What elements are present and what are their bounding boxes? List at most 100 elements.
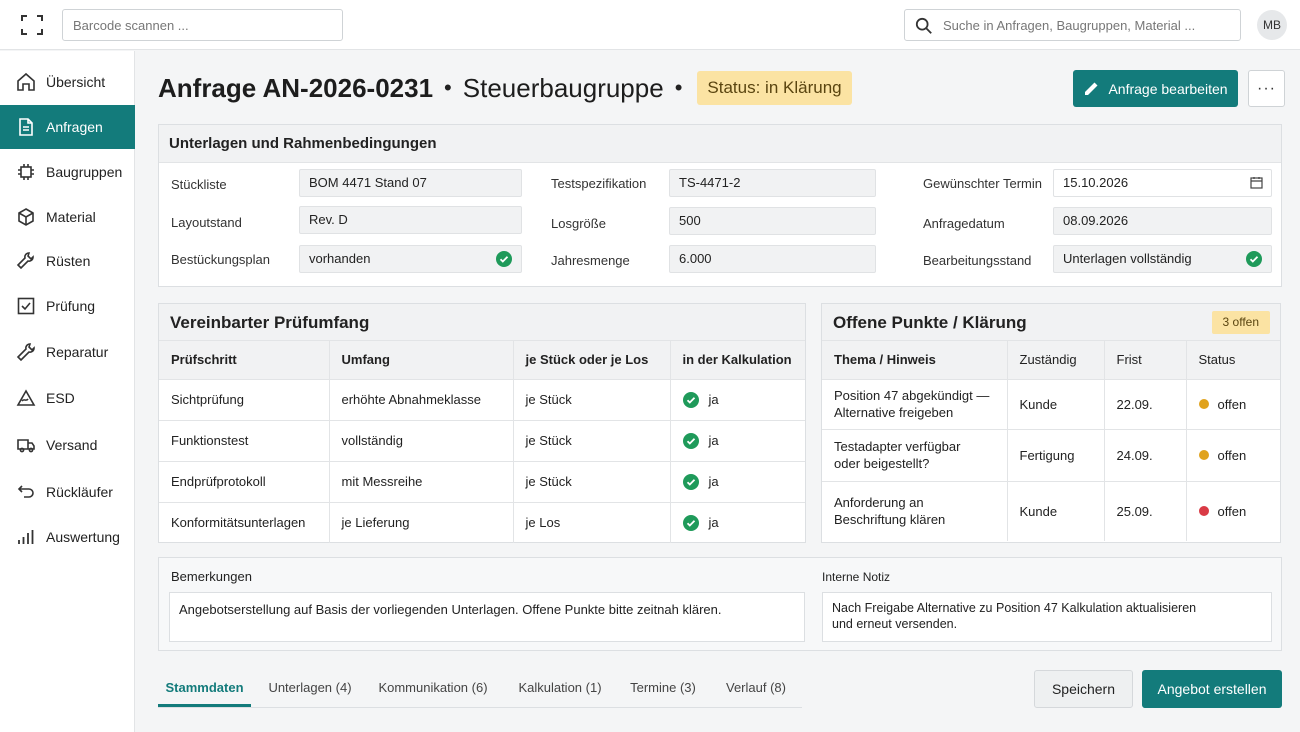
desired-date-input[interactable]: 15.10.2026: [1053, 169, 1272, 197]
status-cell: offen: [1185, 480, 1280, 541]
responsible-cell: Kunde: [1006, 378, 1105, 430]
tab-termine[interactable]: Termine (3): [626, 670, 700, 707]
annual-quantity-field: 6.000: [669, 245, 876, 273]
lot-size-field: 500: [669, 207, 876, 235]
check-circle-icon: [682, 432, 699, 449]
column-header: Frist: [1103, 341, 1187, 380]
sidebar-item-label: Übersicht: [46, 74, 106, 90]
sidebar-item-label: Versand: [46, 437, 98, 453]
test-step-cell: Endprüfprotokoll: [159, 460, 330, 503]
column-header: je Stück oder je Los: [512, 341, 671, 380]
placement-plan-value: vorhanden: [309, 251, 371, 266]
topic-line: oder beigestellt?: [834, 456, 930, 471]
field-label: Layoutstand: [171, 215, 242, 230]
table-row[interactable]: Position 47 abgekündigt — Alternative fre…: [822, 378, 1280, 430]
create-offer-button[interactable]: Angebot erstellen: [1142, 670, 1282, 708]
open-count-badge: 3 offen: [1211, 311, 1270, 334]
table-row[interactable]: Sichtprüfung erhöhte Abnahmeklasse je St…: [159, 378, 805, 421]
scope-cell: erhöhte Abnahmeklasse: [328, 378, 514, 421]
topic-cell: Testadapter verfügbar oder beigestellt?: [822, 428, 1008, 482]
calculation-cell: ja: [669, 501, 805, 543]
responsible-cell: Kunde: [1006, 480, 1105, 541]
status-dot-icon: [1198, 399, 1209, 409]
topic-line: Position 47 abgekündigt —: [834, 388, 990, 403]
barcode-input[interactable]: [62, 9, 343, 41]
tab-stammdaten[interactable]: Stammdaten: [158, 670, 251, 707]
placement-plan-field: vorhanden: [299, 245, 522, 273]
edit-request-label: Anfrage bearbeiten: [1108, 80, 1228, 97]
sidebar-item-material[interactable]: Material: [0, 195, 135, 239]
table-row[interactable]: Anforderung an Beschriftung klären Kunde …: [822, 480, 1280, 541]
field-label: Bestückungsplan: [171, 252, 271, 267]
bom-field: BOM 4471 Stand 07: [299, 169, 522, 197]
topic-cell: Anforderung an Beschriftung klären: [822, 480, 1008, 541]
field-label: Losgröße: [551, 216, 606, 231]
sidebar: Übersicht Anfragen Baugruppen Material R…: [0, 51, 135, 732]
calculation-value: ja: [708, 433, 719, 448]
table-row[interactable]: Funktionstest vollständig je Stück ja: [159, 419, 805, 462]
internal-note-label: Interne Notiz: [822, 570, 891, 584]
sidebar-item-anfragen[interactable]: Anfragen: [0, 105, 135, 149]
repair-icon: [16, 343, 35, 362]
search-box[interactable]: [904, 9, 1241, 41]
topic-line: Alternative freigeben: [834, 405, 954, 420]
checkbox-icon: [17, 297, 35, 315]
scope-cell: vollständig: [328, 419, 514, 462]
notes-panel: Bemerkungen Angebotserstellung auf Basis…: [158, 557, 1282, 651]
remarks-textarea[interactable]: Angebotserstellung auf Basis der vorlieg…: [169, 592, 805, 642]
calculation-value: ja: [708, 515, 719, 531]
user-avatar[interactable]: MB: [1257, 10, 1287, 40]
top-bar: MB: [0, 0, 1300, 50]
page-header: Anfrage AN-2026-0231 • Steuerbaugruppe •…: [158, 70, 852, 106]
column-header: in der Kalkulation: [669, 341, 805, 380]
sidebar-item-ruecklaeufer[interactable]: Rückläufer: [0, 470, 135, 514]
field-label: Anfragedatum: [923, 216, 1005, 231]
sidebar-item-baugruppen[interactable]: Baugruppen: [0, 150, 135, 194]
sidebar-item-ruesten[interactable]: Rüsten: [0, 239, 135, 283]
calculation-value: ja: [708, 474, 719, 489]
topic-line: Beschriftung klären: [834, 512, 946, 528]
esd-icon: [16, 389, 36, 406]
sidebar-item-esd[interactable]: ESD: [0, 376, 135, 420]
scan-icon[interactable]: [20, 13, 44, 37]
edit-request-button[interactable]: Anfrage bearbeiten: [1073, 70, 1238, 107]
processing-state-field: Unterlagen vollständig: [1053, 245, 1272, 273]
open-issues-title: Offene Punkte / Klärung: [833, 313, 1027, 332]
sidebar-item-versand[interactable]: Versand: [0, 423, 135, 467]
table-row[interactable]: Testadapter verfügbar oder beigestellt? F…: [822, 428, 1280, 482]
detail-tabs: Stammdaten Unterlagen (4) Kommunikation …: [158, 670, 802, 708]
search-input[interactable]: [943, 10, 1233, 40]
tab-kommunikation[interactable]: Kommunikation (6): [377, 670, 489, 707]
open-issues-header: Offene Punkte / Klärung 3 offen: [822, 304, 1280, 341]
page-title: Anfrage AN-2026-0231: [158, 72, 434, 103]
page-subtitle: Steuerbaugruppe: [462, 72, 664, 103]
save-button[interactable]: Speichern: [1034, 670, 1133, 708]
remarks-label: Bemerkungen: [171, 569, 252, 584]
check-circle-icon: [682, 473, 699, 490]
sidebar-item-reparatur[interactable]: Reparatur: [0, 330, 135, 374]
chip-icon: [18, 164, 34, 180]
sidebar-item-auswertung[interactable]: Auswertung: [0, 515, 135, 559]
calendar-icon[interactable]: [1250, 176, 1263, 189]
check-circle-icon: [682, 514, 699, 531]
tab-unterlagen[interactable]: Unterlagen (4): [264, 670, 356, 707]
sidebar-item-uebersicht[interactable]: Übersicht: [0, 60, 135, 104]
deadline-cell: 22.09.: [1103, 378, 1187, 430]
processing-state-value: Unterlagen vollständig: [1063, 251, 1192, 266]
field-label: Bearbeitungsstand: [923, 253, 1032, 268]
basis-cell: je Stück: [512, 419, 671, 462]
calculation-cell: ja: [669, 378, 805, 421]
calculation-value: ja: [708, 392, 719, 407]
table-row[interactable]: Konformitätsunterlagen je Lieferung je L…: [159, 501, 805, 543]
tab-kalkulation[interactable]: Kalkulation (1): [514, 670, 606, 707]
sidebar-item-pruefung[interactable]: Prüfung: [0, 284, 135, 328]
internal-note-textarea[interactable]: Nach Freigabe Alternative zu Position 47…: [822, 592, 1272, 642]
table-row[interactable]: Endprüfprotokoll mit Messreihe je Stück …: [159, 460, 805, 503]
title-separator: •: [444, 75, 452, 100]
tab-verlauf[interactable]: Verlauf (8): [722, 670, 790, 707]
sidebar-item-label: Auswertung: [46, 529, 120, 545]
field-label: Jahresmenge: [551, 253, 630, 268]
documents-panel: Unterlagen und Rahmenbedingungen Stückli…: [158, 124, 1282, 287]
deadline-cell: 24.09.: [1103, 428, 1187, 482]
more-options-button[interactable]: ···: [1248, 70, 1285, 107]
